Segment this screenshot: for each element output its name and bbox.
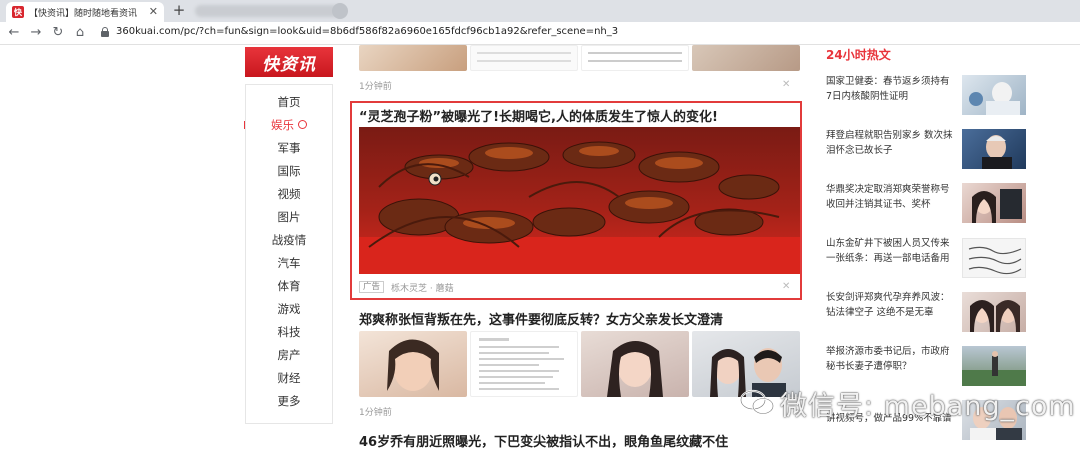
news-title[interactable]: 46岁乔有朋近照曝光，下巴变尖被指认不出，眼角鱼尾纹藏不住	[359, 431, 728, 450]
ad-tag-badge: 广告	[359, 281, 385, 293]
news-title[interactable]: 郑爽称张恒背叛在先，这事件要彻底反转？女方父亲发长文澄清	[359, 309, 723, 328]
refresh-ring-icon	[298, 120, 307, 129]
hot-section-title: 24小时热文	[826, 48, 891, 62]
news-thumbnail[interactable]	[470, 45, 578, 71]
hot-item-thumbnail[interactable]	[962, 238, 1026, 278]
home-icon[interactable]: ⌂	[72, 25, 88, 41]
nav-item-sports[interactable]: 体育	[246, 277, 332, 295]
news-time: 1分钟前	[359, 408, 392, 418]
hot-item-title[interactable]: 长安剑评郑爽代孕弃养风波：钻法律空子 这绝不是无辜	[826, 290, 954, 320]
watermark-text: 微信号: mebang_com	[780, 391, 1076, 422]
browser-tabstrip: 快 【快资讯】随时随地看资讯 ✕ +	[0, 0, 1080, 22]
dismiss-icon[interactable]: ✕	[782, 79, 790, 90]
channel-sidebar: 首页 娱乐 军事 国际 视频 图片 战疫情 汽车 体育 游戏 科技 房产 财经 …	[245, 84, 333, 424]
hot-item-title[interactable]: 拜登启程就职告别家乡 数次抹泪怀念已故长子	[826, 128, 954, 158]
nav-item-realestate[interactable]: 房产	[246, 346, 332, 364]
hot-item-thumbnail[interactable]	[962, 346, 1026, 386]
wechat-icon	[740, 389, 774, 415]
hot-item-title[interactable]: 华鼎奖决定取消郑爽荣誉称号收回并注销其证书、奖杯	[826, 182, 954, 212]
browser-tab[interactable]: 快 【快资讯】随时随地看资讯 ✕	[6, 2, 164, 22]
hot-item-thumbnail[interactable]	[962, 183, 1026, 223]
news-thumbnail[interactable]	[581, 45, 689, 71]
news-thumbnail[interactable]	[470, 331, 578, 397]
blurred-extension-icon[interactable]	[332, 3, 348, 19]
dismiss-icon[interactable]: ✕	[782, 281, 790, 292]
news-thumbnail[interactable]	[581, 331, 689, 397]
nav-item-label: 娱乐	[271, 118, 294, 132]
news-thumbnail[interactable]	[359, 45, 467, 71]
nav-item-pictures[interactable]: 图片	[246, 208, 332, 226]
nav-item-entertainment[interactable]: 娱乐	[246, 116, 332, 134]
back-arrow-icon[interactable]: ←	[6, 25, 22, 41]
tab-title: 【快资讯】随时随地看资讯	[29, 8, 138, 19]
nav-item-video[interactable]: 视频	[246, 185, 332, 203]
site-logo[interactable]: 快资讯	[245, 47, 333, 77]
nav-item-more[interactable]: 更多	[246, 392, 332, 410]
blurred-tab[interactable]	[195, 5, 345, 17]
hot-item-thumbnail[interactable]	[962, 75, 1026, 115]
nav-item-international[interactable]: 国际	[246, 162, 332, 180]
hot-item-title[interactable]: 国家卫健委：春节返乡须持有7日内核酸阴性证明	[826, 74, 954, 104]
nav-item-epidemic[interactable]: 战疫情	[246, 231, 332, 249]
ad-source: 栎木灵芝 · 蘑菇	[391, 284, 454, 294]
news-thumbnail[interactable]	[359, 331, 467, 397]
forward-arrow-icon[interactable]: →	[28, 25, 44, 41]
nav-item-auto[interactable]: 汽车	[246, 254, 332, 272]
news-time: 1分钟前	[359, 82, 392, 92]
new-tab-button[interactable]: +	[170, 3, 188, 19]
nav-item-home[interactable]: 首页	[246, 93, 332, 111]
ad-image-lingzhi-dragon[interactable]	[359, 127, 800, 274]
lock-icon[interactable]	[101, 27, 109, 37]
nav-item-tech[interactable]: 科技	[246, 323, 332, 341]
nav-item-games[interactable]: 游戏	[246, 300, 332, 318]
site-favicon-icon: 快	[12, 6, 24, 18]
ad-title[interactable]: “灵芝孢子粉”被曝光了!长期喝它,人的体质发生了惊人的变化!	[359, 106, 718, 125]
news-thumbnail[interactable]	[692, 45, 800, 71]
nav-item-military[interactable]: 军事	[246, 139, 332, 157]
hot-item-title[interactable]: 举报济源市委书记后，市政府秘书长妻子遭停职？	[826, 344, 954, 374]
address-bar[interactable]: 360kuai.com/pc/?ch=fun&sign=look&uid=8b6…	[116, 26, 618, 37]
hot-item-thumbnail[interactable]	[962, 292, 1026, 332]
hot-item-title[interactable]: 山东金矿井下被困人员又传来一张纸条：再送一部电话备用	[826, 236, 954, 266]
close-tab-icon[interactable]: ✕	[149, 5, 158, 18]
reload-icon[interactable]: ↻	[50, 25, 66, 41]
nav-item-finance[interactable]: 财经	[246, 369, 332, 387]
hot-item-thumbnail[interactable]	[962, 129, 1026, 169]
browser-toolbar: ← → ↻ ⌂ 360kuai.com/pc/?ch=fun&sign=look…	[0, 22, 1080, 45]
